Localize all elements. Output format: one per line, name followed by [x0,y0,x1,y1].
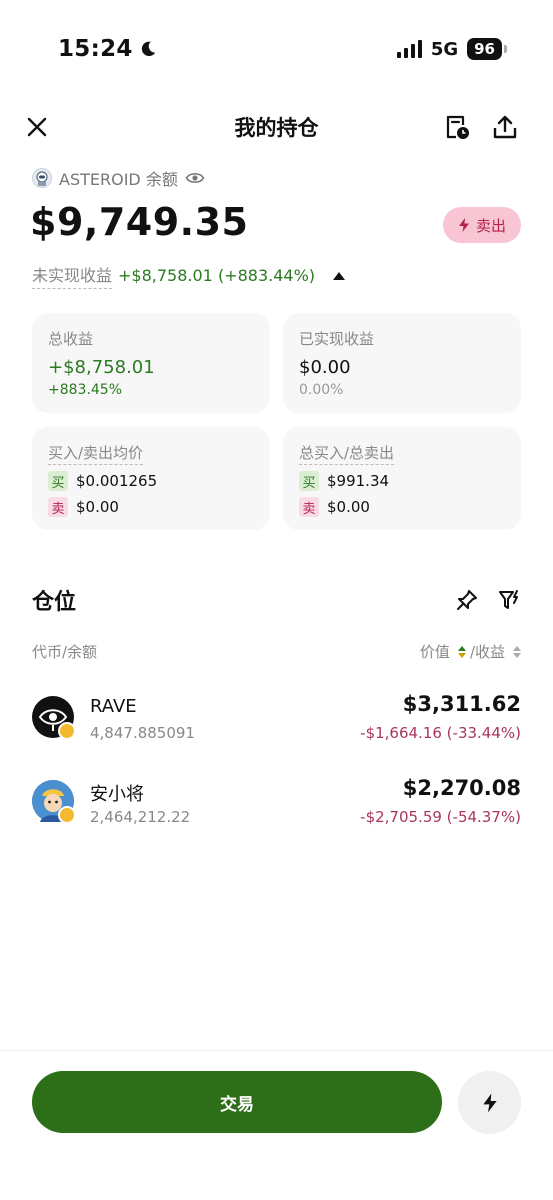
token-value: $2,270.08 [402,776,521,800]
total-buy-row: 买 $991.34 [299,471,505,491]
position-row[interactable]: RAVE 4,847.885091 $3,311.62 -$1,664.16 (… [32,688,521,748]
token-amount: 4,847.885091 [90,724,195,742]
avg-buy-row: 买 $0.001265 [48,471,254,491]
account-label: ASTEROID 余额 [32,166,205,190]
account-name: ASTEROID 余额 [59,170,178,189]
sort-by-value[interactable]: 价值 [420,641,450,662]
pin-icon[interactable] [455,588,479,612]
lightning-icon [458,218,469,232]
quick-trade-button[interactable] [458,1071,521,1134]
token-pnl: -$1,664.16 (-33.44%) [360,724,521,742]
token-name: 安小将 [90,784,144,805]
moon-icon [141,41,155,57]
position-row[interactable]: 安小将 2,464,212.22 $2,270.08 -$2,705.59 (-… [32,772,521,832]
sort-by-pnl[interactable]: /收益 [470,641,505,662]
total-pnl-pct: +883.45% [48,382,123,398]
column-value-pnl: 价值 /收益 [420,641,521,662]
token-name: RAVE [90,696,137,717]
total-trade-card: 总买入/总卖出 买 $991.34 卖 $0.00 [283,427,521,530]
positions-title: 仓位 [32,590,77,615]
lightning-icon [482,1093,497,1112]
buy-tag: 买 [48,471,68,491]
unrealized-value: +$8,758.01 (+883.44%) [118,266,316,285]
total-trade-title[interactable]: 总买入/总卖出 [299,442,395,465]
header: 我的持仓 [0,100,553,156]
sort-pnl-icon[interactable] [513,645,521,658]
realized-pnl-card: 已实现收益 $0.00 0.00% [283,313,521,413]
sort-value-icon[interactable] [457,645,466,658]
positions-tools [455,588,521,612]
avg-buy-value: $0.001265 [76,472,158,490]
realized-pnl-value: $0.00 [299,357,351,378]
total-pnl-card: 总收益 +$8,758.01 +883.45% [32,313,270,413]
share-icon [493,115,517,139]
astronaut-icon [36,171,48,186]
token-amount: 2,464,212.22 [90,808,191,826]
sell-button[interactable]: 卖出 [443,207,521,243]
account-balance: $9,749.35 [30,200,249,244]
token-value: $3,311.62 [402,692,521,716]
buy-tag: 买 [299,471,319,491]
chain-badge-icon [58,722,76,740]
realized-pnl-pct: 0.00% [299,382,344,398]
avg-sell-row: 卖 $0.00 [48,497,254,517]
history-button[interactable] [442,112,472,142]
column-token-balance: 代币/余额 [32,643,98,661]
sell-tag: 卖 [299,497,319,517]
avg-sell-value: $0.00 [76,498,119,516]
total-sell-row: 卖 $0.00 [299,497,505,517]
total-sell-value: $0.00 [327,498,370,516]
token-pnl: -$2,705.59 (-54.37%) [360,808,521,826]
avg-price-card: 买入/卖出均价 买 $0.001265 卖 $0.00 [32,427,270,530]
battery-icon: 96 [467,38,507,60]
avg-price-title[interactable]: 买入/卖出均价 [48,442,144,465]
battery-level: 96 [467,38,502,60]
status-indicators: 5G 96 [396,38,507,60]
sell-tag: 卖 [48,497,68,517]
caret-up-icon[interactable] [333,271,346,280]
status-bar: 15:24 5G 96 [0,0,553,100]
trade-button[interactable]: 交易 [32,1071,442,1133]
signal-icon [396,40,422,58]
total-buy-value: $991.34 [327,472,390,490]
total-pnl-value: +$8,758.01 [48,357,155,378]
unrealized-label: 未实现收益 [32,262,113,289]
document-clock-icon [446,115,469,139]
account-avatar [32,168,52,188]
network-type: 5G [430,38,459,60]
chain-badge-icon [58,806,76,824]
bottom-divider [0,1050,553,1051]
status-time: 15:24 [58,36,157,62]
filter-icon[interactable] [497,588,521,612]
eye-icon[interactable] [185,168,205,188]
unrealized-pnl[interactable]: 未实现收益 +$8,758.01 (+883.44%) [32,262,346,289]
share-button[interactable] [490,112,520,142]
